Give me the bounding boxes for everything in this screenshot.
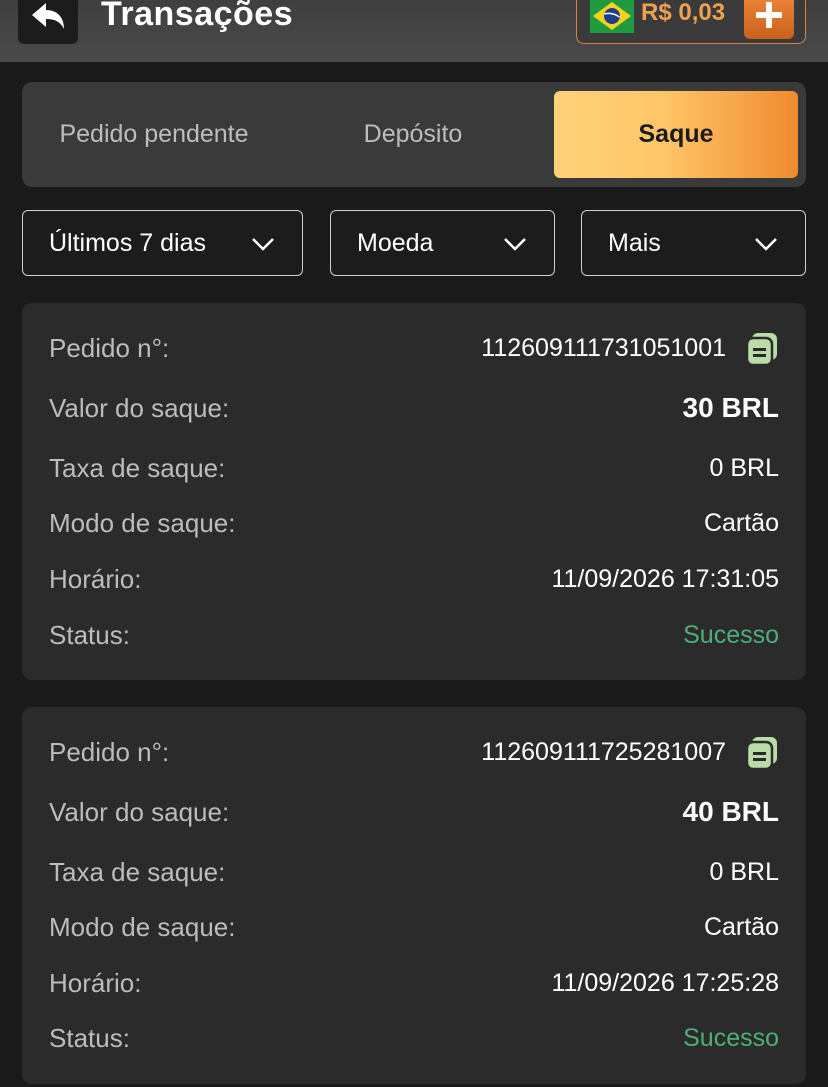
chevron-down-icon bbox=[755, 238, 777, 251]
status-label: Status: bbox=[49, 1023, 130, 1053]
currency-label: Moeda bbox=[357, 228, 434, 257]
plus-icon bbox=[756, 2, 782, 28]
date-range-label: Últimos 7 dias bbox=[49, 228, 206, 257]
chevron-down-icon bbox=[504, 238, 526, 251]
transaction-card: Pedido n°: 112609111731051001 Valor do s… bbox=[22, 303, 806, 680]
time-row: Horário: 11/09/2026 17:25:28 bbox=[22, 963, 806, 1003]
order-number: 112609111731051001 bbox=[481, 334, 726, 362]
more-label: Mais bbox=[608, 228, 661, 257]
withdraw-fee: 0 BRL bbox=[709, 454, 779, 482]
mode-label: Modo de saque: bbox=[49, 912, 236, 942]
back-button[interactable] bbox=[18, 0, 78, 44]
status-badge: Sucesso bbox=[683, 1024, 779, 1052]
balance-box: R$ 0,03 bbox=[576, 0, 806, 44]
order-row: Pedido n°: 112609111731051001 bbox=[22, 328, 806, 368]
order-row: Pedido n°: 112609111725281007 bbox=[22, 732, 806, 772]
mode-label: Modo de saque: bbox=[49, 508, 236, 538]
status-row: Status: Sucesso bbox=[22, 615, 806, 655]
amount-row: Valor do saque: 30 BRL bbox=[22, 388, 806, 428]
date-range-filter[interactable]: Últimos 7 dias bbox=[22, 210, 303, 276]
withdraw-time: 11/09/2026 17:31:05 bbox=[551, 565, 779, 593]
status-row: Status: Sucesso bbox=[22, 1018, 806, 1058]
withdraw-time: 11/09/2026 17:25:28 bbox=[551, 969, 779, 997]
status-label: Status: bbox=[49, 620, 130, 650]
status-badge: Sucesso bbox=[683, 621, 779, 649]
back-arrow-icon bbox=[32, 3, 64, 29]
tab-deposit[interactable]: Depósito bbox=[286, 82, 540, 187]
brazil-flag-icon bbox=[590, 0, 634, 33]
order-label: Pedido n°: bbox=[49, 333, 170, 363]
transaction-tabs: Pedido pendente Depósito Saque bbox=[22, 82, 806, 187]
copy-icon[interactable] bbox=[745, 735, 779, 769]
withdraw-mode: Cartão bbox=[703, 913, 779, 941]
mode-row: Modo de saque: Cartão bbox=[22, 503, 806, 543]
copy-icon[interactable] bbox=[745, 331, 779, 365]
transaction-card: Pedido n°: 112609111725281007 Valor do s… bbox=[22, 707, 806, 1084]
tab-withdraw[interactable]: Saque bbox=[554, 91, 798, 178]
page-title: Transações bbox=[101, 0, 294, 33]
balance-amount: R$ 0,03 bbox=[641, 0, 726, 26]
more-filter[interactable]: Mais bbox=[581, 210, 806, 276]
time-label: Horário: bbox=[49, 968, 142, 998]
fee-label: Taxa de saque: bbox=[49, 453, 226, 483]
order-label: Pedido n°: bbox=[49, 737, 170, 767]
add-funds-button[interactable] bbox=[744, 0, 794, 39]
amount-label: Valor do saque: bbox=[49, 797, 230, 827]
chevron-down-icon bbox=[252, 238, 274, 251]
order-number: 112609111725281007 bbox=[481, 738, 726, 766]
header: Transações R$ 0,03 bbox=[0, 0, 828, 62]
time-row: Horário: 11/09/2026 17:31:05 bbox=[22, 559, 806, 599]
tab-pending-orders[interactable]: Pedido pendente bbox=[22, 82, 286, 187]
time-label: Horário: bbox=[49, 564, 142, 594]
withdraw-amount: 40 BRL bbox=[682, 796, 779, 827]
currency-filter[interactable]: Moeda bbox=[330, 210, 555, 276]
fee-row: Taxa de saque: 0 BRL bbox=[22, 448, 806, 488]
fee-row: Taxa de saque: 0 BRL bbox=[22, 852, 806, 892]
withdraw-amount: 30 BRL bbox=[682, 392, 779, 423]
withdraw-fee: 0 BRL bbox=[709, 858, 779, 886]
mode-row: Modo de saque: Cartão bbox=[22, 907, 806, 947]
amount-row: Valor do saque: 40 BRL bbox=[22, 792, 806, 832]
fee-label: Taxa de saque: bbox=[49, 857, 226, 887]
withdraw-mode: Cartão bbox=[703, 509, 779, 537]
amount-label: Valor do saque: bbox=[49, 393, 230, 423]
